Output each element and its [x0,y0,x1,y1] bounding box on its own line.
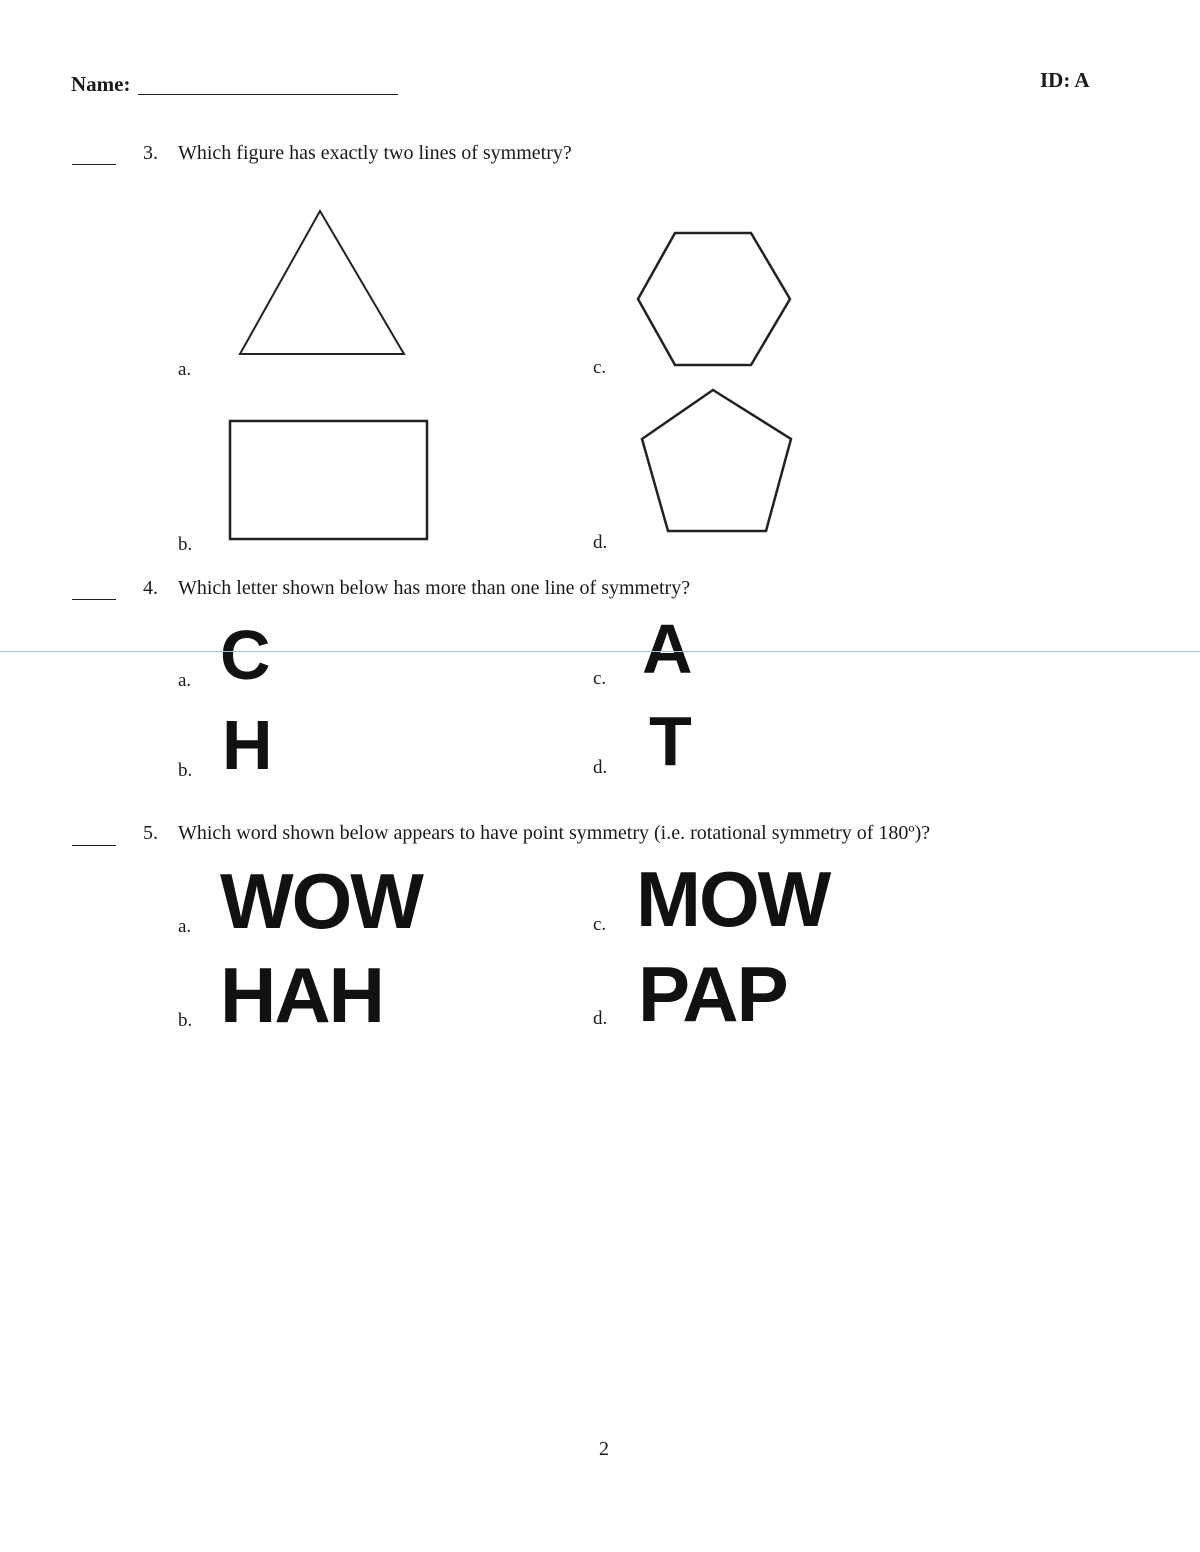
option-value: HAH [220,951,385,1039]
page-number: 2 [599,1438,609,1460]
option-label: b. [178,534,193,555]
option-label: c. [593,668,607,689]
option-label: c. [593,357,607,378]
option-label: c. [593,914,607,935]
triangle-shape [238,208,406,355]
option-value: PAP [638,950,789,1038]
question-text: Which figure has exactly two lines of sy… [178,142,572,164]
option-value: H [222,706,273,784]
question-number: 5. [143,822,158,844]
question-number: 3. [143,142,158,164]
option-label: a. [178,670,192,691]
option-value: A [642,610,693,688]
option-label: d. [593,532,608,553]
answer-blank[interactable] [72,845,116,846]
answer-blank[interactable] [72,164,116,165]
answer-blank[interactable] [72,599,116,600]
option-value: MOW [636,855,831,943]
scan-divider-line [0,651,1200,652]
option-label: b. [178,1010,193,1031]
hexagon-shape [636,231,792,367]
question-text: Which word shown below appears to have p… [178,822,931,844]
option-value: WOW [220,857,424,945]
option-value: C [220,616,271,694]
option-label: d. [593,757,608,778]
pentagon-shape [640,388,793,533]
question-text: Which letter shown below has more than o… [178,577,691,599]
id-label: ID: A [1040,68,1090,92]
rectangle-shape [228,419,429,541]
question-number: 4. [143,577,158,599]
option-label: a. [178,916,192,937]
option-label: b. [178,760,193,781]
name-input-line[interactable] [138,94,398,95]
option-value: T [649,702,692,780]
name-label: Name: [71,72,131,96]
option-label: a. [178,359,192,380]
option-label: d. [593,1008,608,1029]
